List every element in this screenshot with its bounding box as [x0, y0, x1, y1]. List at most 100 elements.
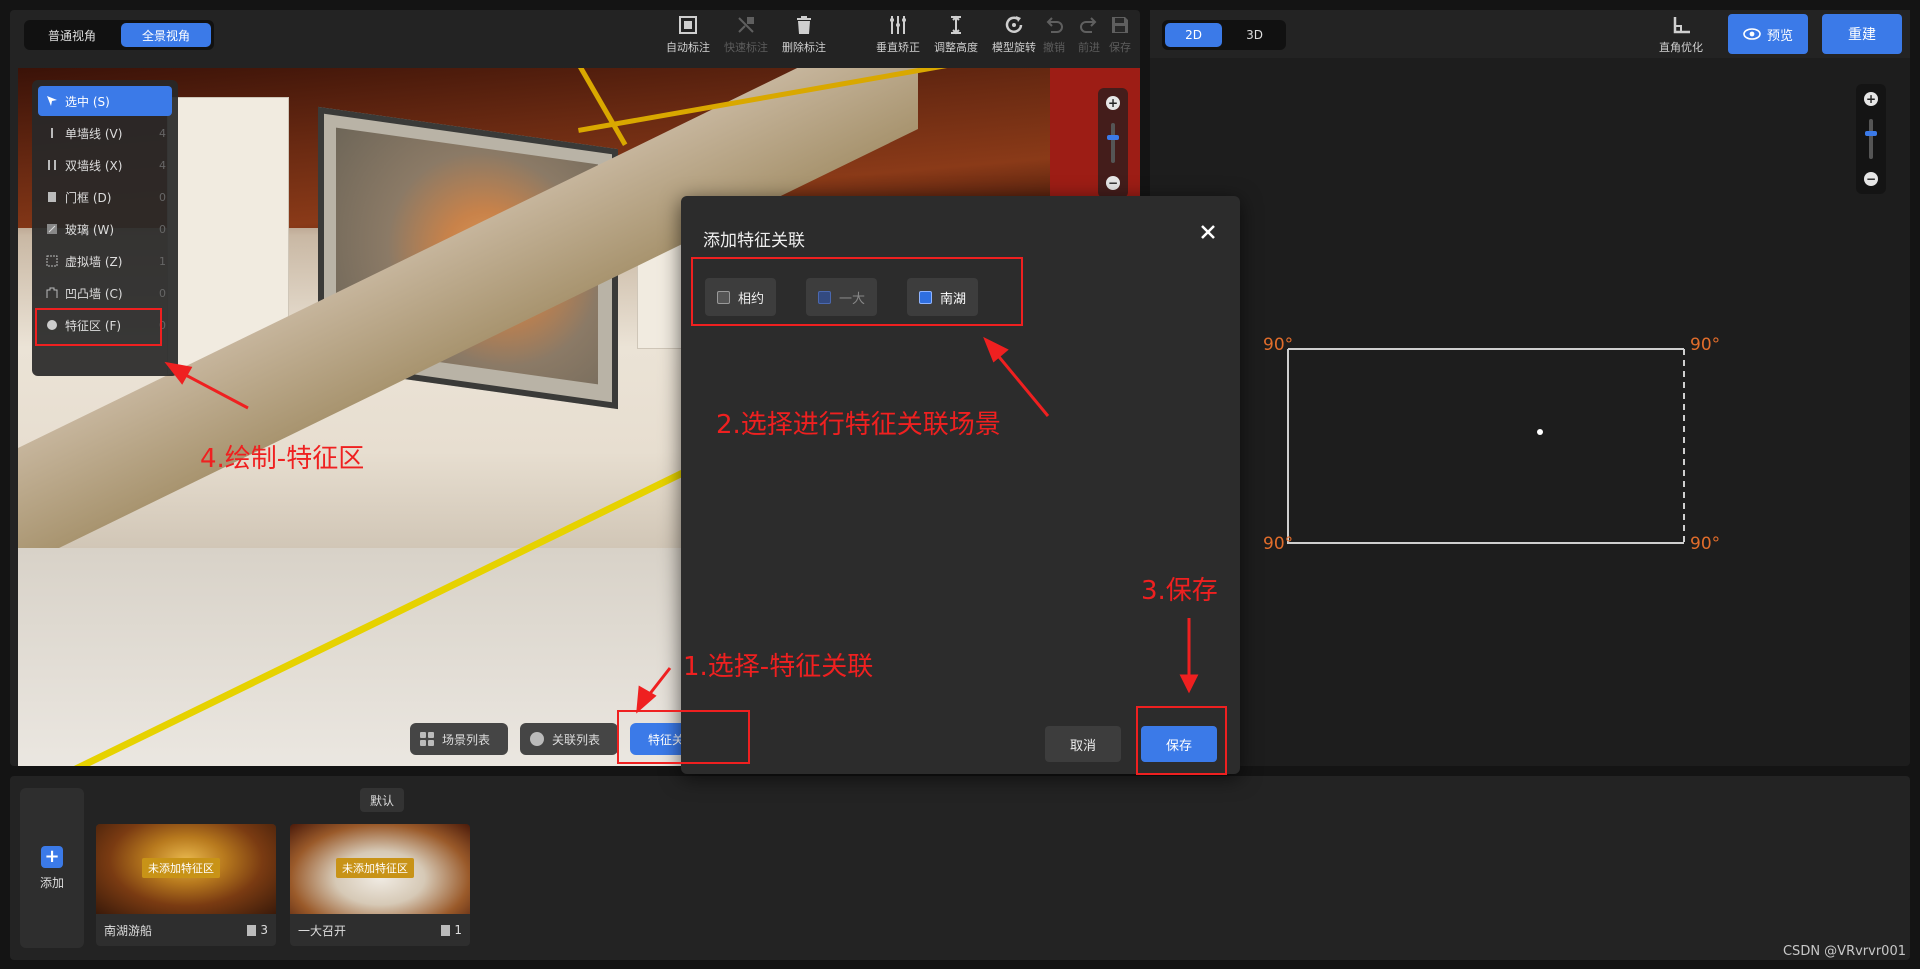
floorplan-room-outline	[1287, 348, 1684, 544]
add-scene-button[interactable]: + 添加	[20, 788, 84, 948]
right-angle-icon	[1673, 17, 1690, 34]
tab-relation-list[interactable]: 关联列表	[520, 723, 618, 755]
height-icon	[951, 15, 961, 35]
scene-status-badge: 未添加特征区	[142, 858, 220, 878]
angle-label-bottom-right: 90°	[1690, 534, 1721, 554]
vertical-correct-text: 垂直矫正	[876, 41, 920, 54]
angle-label-top-left: 90°	[1263, 335, 1294, 355]
rebuild-button[interactable]: 重建	[1822, 14, 1902, 54]
right-angle-optimize-label: 直角优化	[1659, 41, 1703, 54]
tool-door[interactable]: 门框 (D) 0	[38, 182, 172, 212]
preview-button[interactable]: 预览	[1728, 14, 1808, 54]
scene-thumbnail: 未添加特征区	[96, 824, 276, 914]
tool-select-label: 选中 (S)	[65, 94, 110, 109]
vertical-lines-icon	[890, 16, 906, 34]
editor-toolbar: 自动标注 快速标注 删除标注 垂直矫正 调整高度 模型旋转 撤销 前进 保存	[10, 10, 1140, 58]
save-toolbar-button[interactable]: 保存	[1100, 14, 1140, 56]
tool-bump-wall-label: 凹凸墙 (C)	[65, 286, 123, 301]
zoom-slider[interactable]	[1107, 123, 1119, 163]
tool-virtual-wall-count: 1	[159, 254, 166, 268]
tool-door-count: 0	[159, 190, 166, 204]
viewport-zoom-control: + −	[1098, 88, 1128, 198]
default-group-tag[interactable]: 默认	[360, 788, 404, 812]
trash-icon	[797, 16, 811, 34]
annotation-step3: 3.保存	[1141, 576, 1218, 606]
preview-label: 预览	[1766, 28, 1793, 44]
quick-label-button[interactable]: 快速标注	[718, 14, 774, 56]
tool-single-wall-count: 4	[159, 126, 166, 140]
floorplan-zoom-in-icon[interactable]: +	[1864, 92, 1878, 106]
redo-text: 前进	[1078, 41, 1100, 54]
tab-scene-list-label: 场景列表	[442, 732, 491, 747]
adjust-height-button[interactable]: 调整高度	[928, 14, 984, 56]
angle-label-top-right: 90°	[1690, 335, 1721, 355]
floorplan-zoom-slider[interactable]	[1865, 119, 1877, 159]
tool-select[interactable]: 选中 (S)	[38, 86, 172, 116]
model-rotate-text: 模型旋转	[992, 41, 1036, 54]
bump-wall-icon	[46, 287, 58, 299]
scene-count-value: 3	[260, 923, 268, 937]
delete-label-text: 删除标注	[782, 41, 826, 54]
dimension-toggle: 2D 3D	[1162, 20, 1286, 50]
tool-bump-wall-count: 0	[159, 286, 166, 300]
3d-button[interactable]: 3D	[1226, 23, 1283, 47]
undo-text: 撤销	[1043, 41, 1065, 54]
scene-status-badge: 未添加特征区	[336, 858, 414, 878]
auto-label-icon	[679, 16, 697, 34]
delete-label-button[interactable]: 删除标注	[776, 14, 832, 56]
tool-glass-label: 玻璃 (W)	[65, 222, 115, 237]
undo-icon	[1046, 17, 1063, 33]
virtual-wall-icon	[46, 255, 58, 267]
tool-virtual-wall[interactable]: 虚拟墙 (Z) 1	[38, 246, 172, 276]
right-angle-optimize-button[interactable]: 直角优化	[1653, 14, 1709, 56]
auto-label-button[interactable]: 自动标注	[660, 14, 716, 56]
door-count-icon	[247, 924, 257, 936]
zoom-slider-thumb[interactable]	[1107, 135, 1119, 140]
scene-caption: 南湖游船 3	[96, 914, 276, 946]
floorplan-panel: 2D 3D 直角优化 预览 重建 90° 90° 90° 90° + −	[1150, 10, 1910, 766]
tool-glass[interactable]: 玻璃 (W) 0	[38, 214, 172, 244]
zoom-in-icon[interactable]: +	[1106, 96, 1120, 110]
redo-icon	[1080, 17, 1097, 33]
dialog-title: 添加特征关联	[703, 231, 805, 251]
tool-bump-wall[interactable]: 凹凸墙 (C) 0	[38, 278, 172, 308]
tool-single-wall[interactable]: 单墙线 (V) 4	[38, 118, 172, 148]
angle-label-bottom-left: 90°	[1263, 534, 1294, 554]
tool-single-wall-label: 单墙线 (V)	[65, 126, 123, 141]
annotation-step1: 1.选择-特征关联	[683, 652, 874, 682]
save-icon	[1112, 17, 1128, 33]
close-icon[interactable]	[1198, 222, 1218, 242]
eye-icon	[1743, 28, 1761, 40]
tool-double-wall-label: 双墙线 (X)	[65, 158, 123, 173]
tool-virtual-wall-label: 虚拟墙 (Z)	[65, 254, 123, 269]
scene-count-value: 1	[454, 923, 462, 937]
annotation-box-save	[1136, 706, 1227, 775]
cancel-button[interactable]: 取消	[1045, 726, 1121, 762]
zoom-out-icon[interactable]: −	[1106, 176, 1120, 190]
glass-icon	[46, 223, 58, 235]
door-icon	[46, 191, 58, 203]
vertical-correct-button[interactable]: 垂直矫正	[870, 14, 926, 56]
tool-glass-count: 0	[159, 222, 166, 236]
scene-count: 1	[441, 923, 462, 937]
floorplan-canvas[interactable]	[1150, 58, 1910, 766]
2d-button[interactable]: 2D	[1165, 23, 1222, 47]
floorplan-camera-point	[1537, 429, 1543, 435]
floorplan-zoom-out-icon[interactable]: −	[1864, 172, 1878, 186]
scene-card[interactable]: 未添加特征区 一大召开 1	[290, 824, 470, 946]
scene-caption: 一大召开 1	[290, 914, 470, 946]
scene-card[interactable]: 未添加特征区 南湖游船 3	[96, 824, 276, 946]
scene-thumbnail: 未添加特征区	[290, 824, 470, 914]
quick-label-icon	[738, 17, 754, 33]
add-scene-label: 添加	[39, 875, 64, 890]
tool-double-wall-count: 4	[159, 158, 166, 172]
annotation-box-feature-relation-tab	[617, 710, 750, 764]
plus-icon: +	[41, 845, 63, 868]
floorplan-zoom-thumb[interactable]	[1865, 131, 1877, 136]
tab-scene-list[interactable]: 场景列表	[410, 723, 508, 755]
annotation-box-scene-options	[691, 257, 1023, 326]
tool-double-wall[interactable]: 双墙线 (X) 4	[38, 150, 172, 180]
single-wall-icon	[46, 127, 58, 139]
annotation-step4: 4.绘制-特征区	[200, 444, 365, 474]
scene-count: 3	[247, 923, 268, 937]
